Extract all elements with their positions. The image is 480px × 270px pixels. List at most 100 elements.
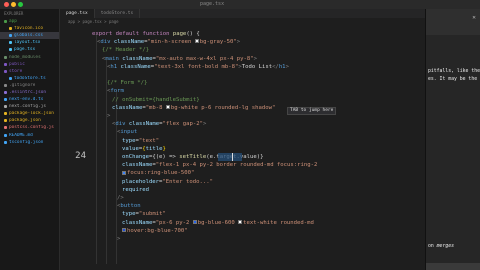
selection-highlight: [218, 153, 242, 161]
file-tree-item[interactable]: globals.css: [0, 32, 59, 40]
code-token: title: [145, 145, 163, 152]
code-editor[interactable]: page.tsx todoStore.ts app > page.tsx > pa…: [60, 9, 425, 270]
code-line[interactable]: value={title}: [122, 145, 166, 153]
file-tree-item[interactable]: page.tsx: [0, 46, 59, 53]
code-token: "mx-auto max-w-4xl px-4 py-8": [155, 55, 254, 62]
file-tree-item[interactable]: package-lock.json: [0, 110, 59, 117]
close-icon[interactable]: ✕: [470, 14, 478, 22]
code-token: bg-white p-6 rounded-lg shadow": [170, 104, 276, 111]
file-type-icon: [9, 41, 12, 45]
file-tree-item[interactable]: README.md: [0, 132, 59, 139]
file-tree-item-label: todoStore.ts: [14, 75, 46, 81]
file-tree-item[interactable]: app: [0, 18, 59, 25]
file-tree-item[interactable]: next.config.js: [0, 103, 59, 110]
window-title: page.tsx: [200, 1, 225, 7]
explorer-header: EXPLORER: [4, 11, 24, 16]
code-line[interactable]: >: [117, 235, 120, 243]
code-line[interactable]: focus:ring-blue-500": [122, 169, 194, 177]
code-token: value: [122, 145, 139, 152]
code-line[interactable]: className="flex-1 px-4 py-2 border round…: [122, 161, 317, 169]
code-line[interactable]: <div className="min-h-screen bg-gray-50"…: [97, 38, 240, 46]
minimize-window-icon[interactable]: [11, 2, 16, 7]
file-tree-item[interactable]: postcss.config.js: [0, 124, 59, 131]
code-token: className: [128, 121, 160, 128]
file-explorer: EXPLORER app favicon.ico globals.css layout…: [0, 9, 60, 270]
code-token: className: [122, 162, 153, 169]
code-line[interactable]: />: [117, 194, 124, 202]
maximize-window-icon[interactable]: [18, 2, 23, 7]
file-tree-item[interactable]: favicon.ico: [0, 25, 59, 32]
code-line[interactable]: onChange={(e) => setTitle(e.target.value…: [122, 153, 263, 161]
code-token: >: [236, 39, 241, 46]
file-tree-item[interactable]: node_modules: [0, 53, 59, 60]
file-tree-item[interactable]: todoStore.ts: [0, 75, 59, 82]
code-area[interactable]: export default function page() {<div cla…: [92, 26, 425, 270]
code-line[interactable]: type="text": [122, 137, 159, 145]
assistant-text-line: pitfalls, like the: [428, 69, 480, 74]
file-type-icon: [4, 119, 7, 123]
breadcrumb[interactable]: app > page.tsx > page: [60, 18, 425, 26]
code-line[interactable]: <h1 className="text-3xl font-bold mb-8">…: [107, 63, 289, 71]
code-line[interactable]: <div className="flex gap-2">: [112, 120, 206, 128]
code-line[interactable]: <input: [117, 128, 137, 136]
code-token: page: [172, 31, 187, 37]
color-swatch-icon[interactable]: [122, 228, 126, 233]
file-tree-item-label: .eslintrc.json: [9, 89, 47, 95]
file-tree-item[interactable]: store: [0, 68, 59, 75]
file-tree-item-label: next-env.d.ts: [9, 97, 44, 103]
file-tree-item[interactable]: layout.tsx: [0, 39, 59, 46]
code-token: {/* Form */}: [107, 80, 148, 87]
code-line[interactable]: <main className="mx-auto max-w-4xl px-4 …: [102, 55, 257, 63]
code-line[interactable]: >: [107, 112, 110, 120]
color-swatch-icon[interactable]: [122, 170, 126, 175]
code-token: "text-3xl font-bold mb-8": [154, 63, 239, 70]
code-token: className: [112, 104, 143, 111]
code-line[interactable]: <button: [117, 202, 141, 210]
file-tree-item-label: public: [9, 61, 25, 67]
color-swatch-icon[interactable]: [192, 219, 197, 224]
code-token: // onSubmit={handleSubmit}: [112, 96, 200, 103]
tab-jump-hint: TAB to jump here: [287, 107, 337, 115]
code-token: bg-gray-50": [199, 39, 237, 46]
code-token: >: [253, 55, 257, 62]
code-token: form: [110, 88, 124, 95]
color-swatch-icon[interactable]: [165, 105, 170, 110]
code-token: </: [272, 63, 279, 70]
editor-tab[interactable]: page.tsx: [60, 9, 95, 18]
code-line[interactable]: {/* Header */}: [102, 46, 149, 54]
file-tree-item[interactable]: next-env.d.ts: [0, 96, 59, 103]
code-line[interactable]: placeholder="Enter todo...": [122, 178, 213, 186]
code-token: className: [113, 39, 145, 46]
file-tree-item[interactable]: .eslintrc.json: [0, 89, 59, 96]
file-type-icon: [4, 133, 7, 137]
file-type-icon: [4, 55, 7, 59]
color-swatch-icon[interactable]: [238, 219, 243, 224]
file-type-icon: [4, 105, 7, 109]
code-line[interactable]: className="px-6 py-2 bg-blue-600 text-wh…: [122, 219, 314, 227]
code-line[interactable]: <form: [107, 87, 124, 95]
code-token: "Enter todo...": [162, 178, 213, 185]
code-token: required: [122, 186, 149, 193]
file-tree-item[interactable]: package.json: [0, 117, 59, 124]
assistant-input-bar[interactable]: [426, 263, 480, 270]
editor-tab[interactable]: todoStore.ts: [95, 9, 141, 18]
file-tree-item[interactable]: tsconfig.json: [0, 139, 59, 146]
code-line[interactable]: {/* Form */}: [107, 79, 147, 87]
code-line[interactable]: className="mb-8 bg-white p-6 rounded-lg …: [112, 104, 275, 112]
code-token: onChange: [122, 154, 149, 160]
close-window-icon[interactable]: [4, 2, 9, 7]
file-type-icon: [4, 126, 7, 130]
code-line[interactable]: hover:bg-blue-700": [122, 227, 188, 235]
title-bar: page.tsx: [0, 0, 480, 9]
code-line[interactable]: required: [122, 186, 149, 194]
code-line[interactable]: // onSubmit={handleSubmit}: [112, 96, 200, 104]
file-tree-item[interactable]: .gitignore: [0, 82, 59, 89]
file-type-icon: [4, 69, 7, 73]
file-tree-item[interactable]: public: [0, 61, 59, 68]
code-line[interactable]: export default function page() {: [92, 30, 200, 38]
app-window: page.tsx EXPLORER app favicon.ico globals.…: [0, 0, 480, 270]
file-type-icon: [4, 90, 7, 94]
file-type-icon: [9, 34, 12, 38]
color-swatch-icon[interactable]: [194, 39, 199, 44]
code-line[interactable]: type="submit": [122, 210, 166, 218]
